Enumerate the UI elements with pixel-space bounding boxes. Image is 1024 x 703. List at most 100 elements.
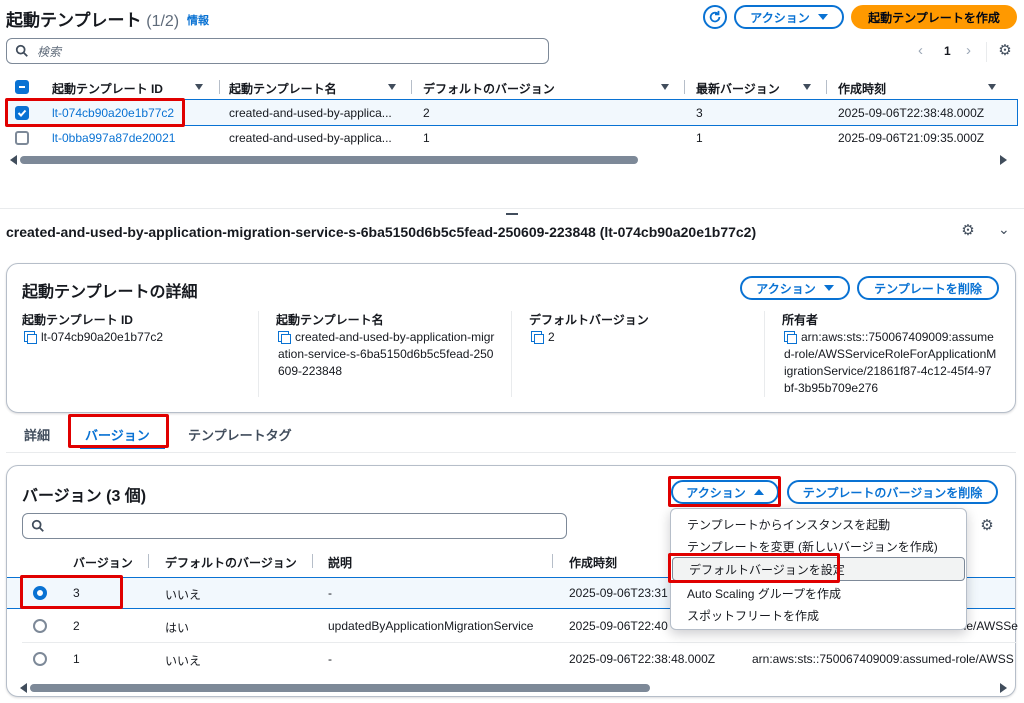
scroll-right-icon[interactable] <box>1000 683 1007 693</box>
version-cell: 3 <box>73 586 80 600</box>
field-divider <box>764 311 765 397</box>
scroll-right-icon[interactable] <box>1000 155 1007 165</box>
column-divider <box>219 80 220 94</box>
menu-set-default-version[interactable]: デフォルトバージョンを設定 <box>672 557 965 581</box>
copy-icon[interactable] <box>784 331 797 344</box>
field-label-owner: 所有者 <box>782 313 819 327</box>
field-divider <box>258 311 259 397</box>
menu-create-asg[interactable]: Auto Scaling グループを作成 <box>671 582 966 604</box>
tabs-baseline <box>6 452 1016 453</box>
detail-settings-gear-icon[interactable]: ⚙ <box>960 223 976 239</box>
row-checkbox[interactable] <box>15 131 29 145</box>
field-value-default-version: 2 <box>531 329 555 346</box>
search-placeholder: 検索 <box>37 44 62 59</box>
column-divider <box>826 80 827 94</box>
top-settings-gear-icon[interactable]: ⚙ <box>997 43 1013 59</box>
detail-actions-button[interactable]: アクション <box>740 276 850 300</box>
version-desc-cell: - <box>328 652 332 666</box>
field-label-default-version: デフォルトバージョン <box>529 313 649 327</box>
pagination-page[interactable]: 1 <box>944 44 951 58</box>
field-label-template-id: 起動テンプレート ID <box>22 313 133 327</box>
sort-caret-icon[interactable] <box>988 84 996 90</box>
version-radio[interactable] <box>33 619 47 633</box>
col-created-time[interactable]: 作成時刻 <box>569 554 617 571</box>
select-all-checkbox[interactable] <box>15 80 29 94</box>
column-divider <box>684 80 685 94</box>
delete-template-button[interactable]: テンプレートを削除 <box>857 276 999 300</box>
versions-search-input[interactable] <box>22 513 567 539</box>
version-created-cell: 2025-09-06T23:31 <box>569 586 668 600</box>
create-template-button[interactable]: 起動テンプレートを作成 <box>851 5 1017 29</box>
versions-horizontal-scrollbar[interactable] <box>30 684 650 692</box>
version-radio[interactable] <box>33 652 47 666</box>
split-panel-divider <box>0 208 1024 209</box>
page-title: 起動テンプレート (1/2) <box>6 6 179 31</box>
default-version-value: 2 <box>548 330 555 344</box>
top-search-input[interactable]: 検索 <box>6 38 549 64</box>
version-default-cell: はい <box>165 621 190 635</box>
col-default-version[interactable]: デフォルトのバージョン <box>165 554 297 571</box>
tab-details[interactable]: 詳細 <box>24 425 50 444</box>
col-latest-version[interactable]: 最新バージョン <box>696 80 780 97</box>
tab-template-tags[interactable]: テンプレートタグ <box>188 425 292 444</box>
field-value-template-name: created-and-used-by-application-migratio… <box>278 329 500 380</box>
col-template-name[interactable]: 起動テンプレート名 <box>229 80 337 97</box>
top-actions-label: アクション <box>750 10 810 25</box>
sort-caret-icon[interactable] <box>661 84 669 90</box>
version-radio[interactable] <box>33 586 47 600</box>
version-cell: 1 <box>73 652 80 666</box>
split-panel-handle[interactable] <box>506 213 518 215</box>
search-icon <box>15 44 28 57</box>
template-id-link[interactable]: lt-074cb90a20e1b77c2 <box>52 106 174 120</box>
row-checkbox[interactable] <box>15 106 29 120</box>
info-link[interactable]: 情報 <box>187 12 209 28</box>
resource-title: created-and-used-by-application-migratio… <box>6 224 757 240</box>
top-actions-button[interactable]: アクション <box>734 5 844 29</box>
chevron-down-icon <box>817 14 828 20</box>
col-created-time[interactable]: 作成時刻 <box>838 80 886 97</box>
column-divider <box>411 80 412 94</box>
default-version-cell: 1 <box>423 131 430 145</box>
versions-settings-gear-icon[interactable]: ⚙ <box>979 518 995 534</box>
col-version[interactable]: バージョン <box>73 554 133 571</box>
version-default-cell: いいえ <box>165 588 202 602</box>
details-panel-title: 起動テンプレートの詳細 <box>22 284 198 301</box>
latest-version-cell: 1 <box>696 131 703 145</box>
pagination-prev-icon[interactable]: ‹ <box>918 42 923 59</box>
col-description[interactable]: 説明 <box>328 554 352 571</box>
check-icon <box>17 109 27 117</box>
refresh-button[interactable] <box>703 5 727 29</box>
version-created-cell: 2025-09-06T22:40 <box>569 619 668 633</box>
scroll-left-icon[interactable] <box>10 155 17 165</box>
default-version-cell: 2 <box>423 106 430 120</box>
column-divider <box>552 554 553 568</box>
pagination-divider <box>986 42 987 62</box>
sort-caret-icon[interactable] <box>388 84 396 90</box>
menu-launch-instance[interactable]: テンプレートからインスタンスを起動 <box>671 513 966 535</box>
created-time-cell: 2025-09-06T21:09:35.000Z <box>838 131 985 145</box>
template-id-link[interactable]: lt-0bba997a87de20021 <box>52 131 175 145</box>
copy-icon[interactable] <box>24 331 37 344</box>
scroll-left-icon[interactable] <box>20 683 27 693</box>
horizontal-scrollbar[interactable] <box>20 156 638 164</box>
row-divider <box>22 642 1016 643</box>
owner-value: arn:aws:sts::750067409009:assumed-role/A… <box>784 330 997 395</box>
menu-modify-template[interactable]: テンプレートを変更 (新しいバージョンを作成) <box>671 535 966 557</box>
delete-version-button[interactable]: テンプレートのバージョンを削除 <box>787 480 998 504</box>
sort-caret-icon[interactable] <box>195 84 203 90</box>
collapse-chevron-icon[interactable]: ⌄ <box>998 221 1010 238</box>
template-id-value: lt-074cb90a20e1b77c2 <box>41 330 164 344</box>
versions-actions-button[interactable]: アクション <box>671 480 779 504</box>
version-created-cell: 2025-09-06T22:38:48.000Z <box>569 652 716 666</box>
tab-versions[interactable]: バージョン <box>85 425 150 444</box>
col-default-version[interactable]: デフォルトのバージョン <box>423 80 555 97</box>
copy-icon[interactable] <box>278 331 291 344</box>
pagination-next-icon[interactable]: › <box>966 42 971 59</box>
detail-actions-label: アクション <box>756 281 816 296</box>
copy-icon[interactable] <box>531 331 544 344</box>
template-name-cell: created-and-used-by-applica... <box>229 131 392 145</box>
menu-create-spot-fleet[interactable]: スポットフリートを作成 <box>671 604 966 626</box>
versions-actions-label: アクション <box>686 485 746 500</box>
col-template-id[interactable]: 起動テンプレート ID <box>52 80 163 97</box>
sort-caret-icon[interactable] <box>803 84 811 90</box>
